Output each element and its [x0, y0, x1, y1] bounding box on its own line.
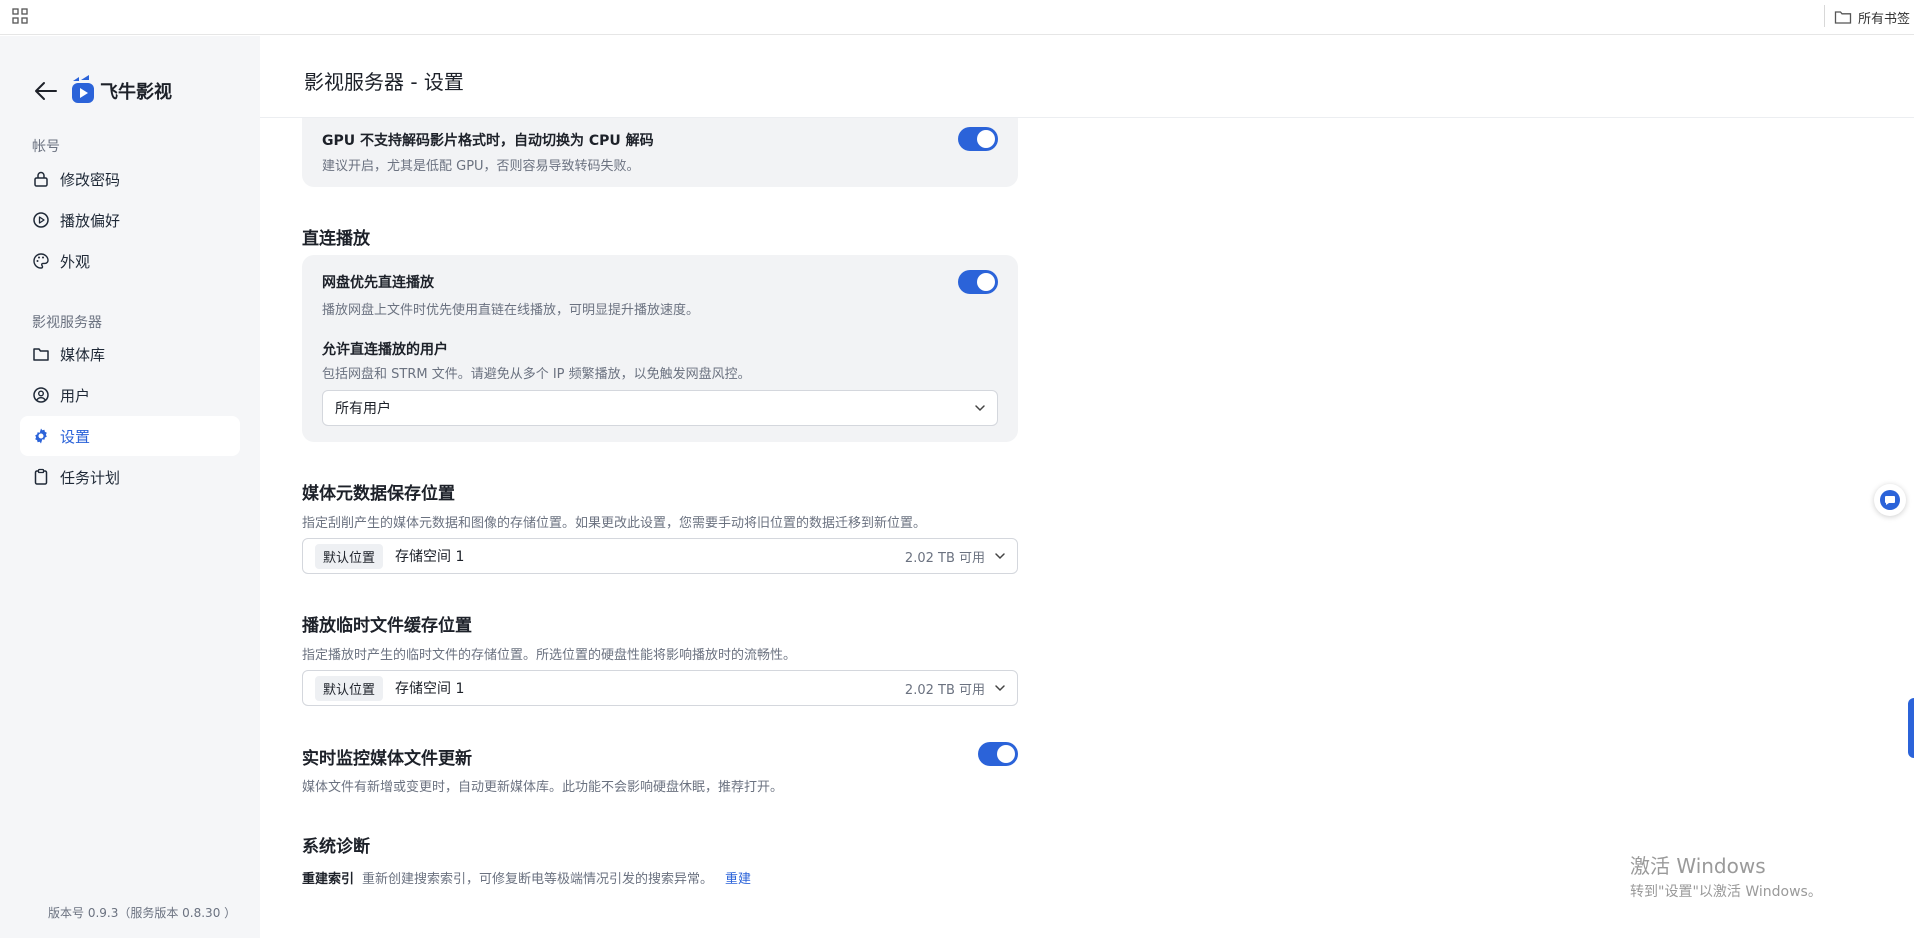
arrow-left-icon: [35, 82, 57, 100]
sidebar-item-media-library[interactable]: 媒体库: [20, 334, 240, 374]
chat-bubble-icon: [1880, 490, 1900, 510]
user-icon: [33, 387, 49, 403]
sidebar-item-label: 设置: [60, 427, 91, 446]
cache-location-select[interactable]: 默认位置 存储空间 1 2.02 TB 可用: [302, 670, 1018, 706]
rebuild-index-label: 重建索引: [302, 872, 355, 887]
sidebar-item-label: 外观: [60, 252, 91, 271]
app-name: 飞牛影视: [100, 82, 172, 103]
sidebar-item-label: 修改密码: [60, 170, 121, 189]
version-text: 版本号 0.9.3（服务版本 0.8.30 ）: [48, 906, 237, 920]
realtime-monitor-desc: 媒体文件有新增或变更时，自动更新媒体库。此功能不会影响硬盘休眠，推荐打开。: [302, 780, 784, 795]
cloud-first-desc: 播放网盘上文件时优先使用直链在线播放，可明显提升播放速度。: [322, 303, 700, 318]
gear-icon: [35, 428, 47, 444]
floating-assistant-button[interactable]: [1874, 484, 1906, 516]
folder-icon: [1834, 11, 1852, 24]
realtime-monitor-toggle[interactable]: [978, 742, 1018, 766]
cloud-first-title: 网盘优先直连播放: [322, 275, 434, 291]
storage-free-space: 2.02 TB 可用: [904, 550, 985, 566]
metadata-location-title: 媒体元数据保存位置: [302, 484, 455, 504]
back-button[interactable]: [30, 78, 62, 104]
windows-activation-watermark: 激活 Windows 转到"设置"以激活 Windows。: [1630, 850, 1822, 901]
allowed-users-desc: 包括网盘和 STRM 文件。请避免从多个 IP 频繁播放，以免触发网盘风控。: [322, 367, 751, 382]
default-location-tag: 默认位置: [315, 543, 384, 569]
gpu-fallback-desc: 建议开启，尤其是低配 GPU，否则容易导致转码失败。: [322, 159, 640, 174]
diagnostics-title: 系统诊断: [302, 837, 370, 857]
storage-name: 存储空间 1: [395, 681, 465, 697]
direct-play-card: 网盘优先直连播放 播放网盘上文件时优先使用直链在线播放，可明显提升播放速度。 允…: [302, 255, 1018, 442]
chevron-down-icon: [995, 685, 1005, 692]
direct-play-section-title: 直连播放: [302, 229, 370, 249]
sidebar-item-settings[interactable]: 设置: [20, 416, 240, 456]
metadata-location-select[interactable]: 默认位置 存储空间 1 2.02 TB 可用: [302, 538, 1018, 574]
gpu-fallback-toggle[interactable]: [958, 127, 998, 151]
sidebar-item-appearance[interactable]: 外观: [20, 241, 240, 281]
play-circle-icon: [33, 212, 49, 228]
main-header: 影视服务器 - 设置: [260, 36, 1914, 118]
chevron-down-icon: [975, 405, 985, 412]
bookmark-separator: [1824, 5, 1825, 27]
page-title: 影视服务器 - 设置: [304, 70, 464, 94]
rebuild-index-link[interactable]: 重建: [725, 868, 751, 887]
metadata-location-desc: 指定刮削产生的媒体元数据和图像的存储位置。如果更改此设置，您需要手动将旧位置的数…: [302, 516, 927, 531]
bookmark-bar: 所有书签: [0, 0, 1914, 35]
sidebar-item-label: 用户: [60, 386, 91, 405]
sidebar-item-users[interactable]: 用户: [20, 375, 240, 415]
group-label-account: 帐号: [32, 139, 60, 155]
palette-icon: [33, 253, 49, 269]
all-bookmarks-label: 所有书签: [1858, 11, 1911, 27]
allowed-users-title: 允许直连播放的用户: [322, 342, 448, 358]
cache-location-desc: 指定播放时产生的临时文件的存储位置。所选位置的硬盘性能将影响播放时的流畅性。: [302, 648, 797, 663]
edge-side-tab[interactable]: [1908, 698, 1914, 758]
allowed-users-select[interactable]: 所有用户: [322, 390, 998, 426]
rebuild-index-desc: 重新创建搜索索引，可修复断电等极端情况引发的搜索异常。: [362, 872, 714, 887]
sidebar-item-playback-preferences[interactable]: 播放偏好: [20, 200, 240, 240]
app-logo-icon: [72, 75, 94, 103]
sidebar: 飞牛影视 帐号 修改密码 播放偏好 外观 影视服务器 媒体库 用户 设置 任务计…: [0, 36, 260, 938]
sidebar-item-change-password[interactable]: 修改密码: [20, 159, 240, 199]
all-bookmarks-button[interactable]: 所有书签: [1834, 6, 1910, 28]
lock-icon: [34, 171, 48, 187]
sidebar-item-label: 媒体库: [60, 345, 106, 364]
chevron-down-icon: [995, 553, 1005, 560]
storage-free-space: 2.02 TB 可用: [904, 682, 985, 698]
folder-icon: [33, 348, 49, 361]
sidebar-item-label: 任务计划: [60, 468, 121, 487]
watermark-line-2: 转到"设置"以激活 Windows。: [1630, 884, 1822, 900]
group-label-media-server: 影视服务器: [32, 315, 102, 331]
sidebar-item-label: 播放偏好: [60, 211, 121, 230]
default-location-tag: 默认位置: [315, 675, 384, 701]
rebuild-index-row: 重建索引 重新创建搜索索引，可修复断电等极端情况引发的搜索异常。 重建: [302, 868, 751, 887]
apps-grid-icon[interactable]: [12, 8, 28, 24]
allowed-users-value: 所有用户: [335, 401, 391, 417]
gpu-fallback-card: GPU 不支持解码影片格式时，自动切换为 CPU 解码 建议开启，尤其是低配 G…: [302, 118, 1018, 187]
realtime-monitor-title: 实时监控媒体文件更新: [302, 749, 472, 769]
sidebar-item-scheduled-tasks[interactable]: 任务计划: [20, 457, 240, 497]
storage-name: 存储空间 1: [395, 549, 465, 565]
cloud-first-toggle[interactable]: [958, 270, 998, 294]
watermark-line-1: 激活 Windows: [1630, 854, 1766, 878]
clipboard-icon: [34, 468, 48, 485]
cache-location-title: 播放临时文件缓存位置: [302, 616, 472, 636]
gpu-fallback-title: GPU 不支持解码影片格式时，自动切换为 CPU 解码: [322, 133, 654, 149]
